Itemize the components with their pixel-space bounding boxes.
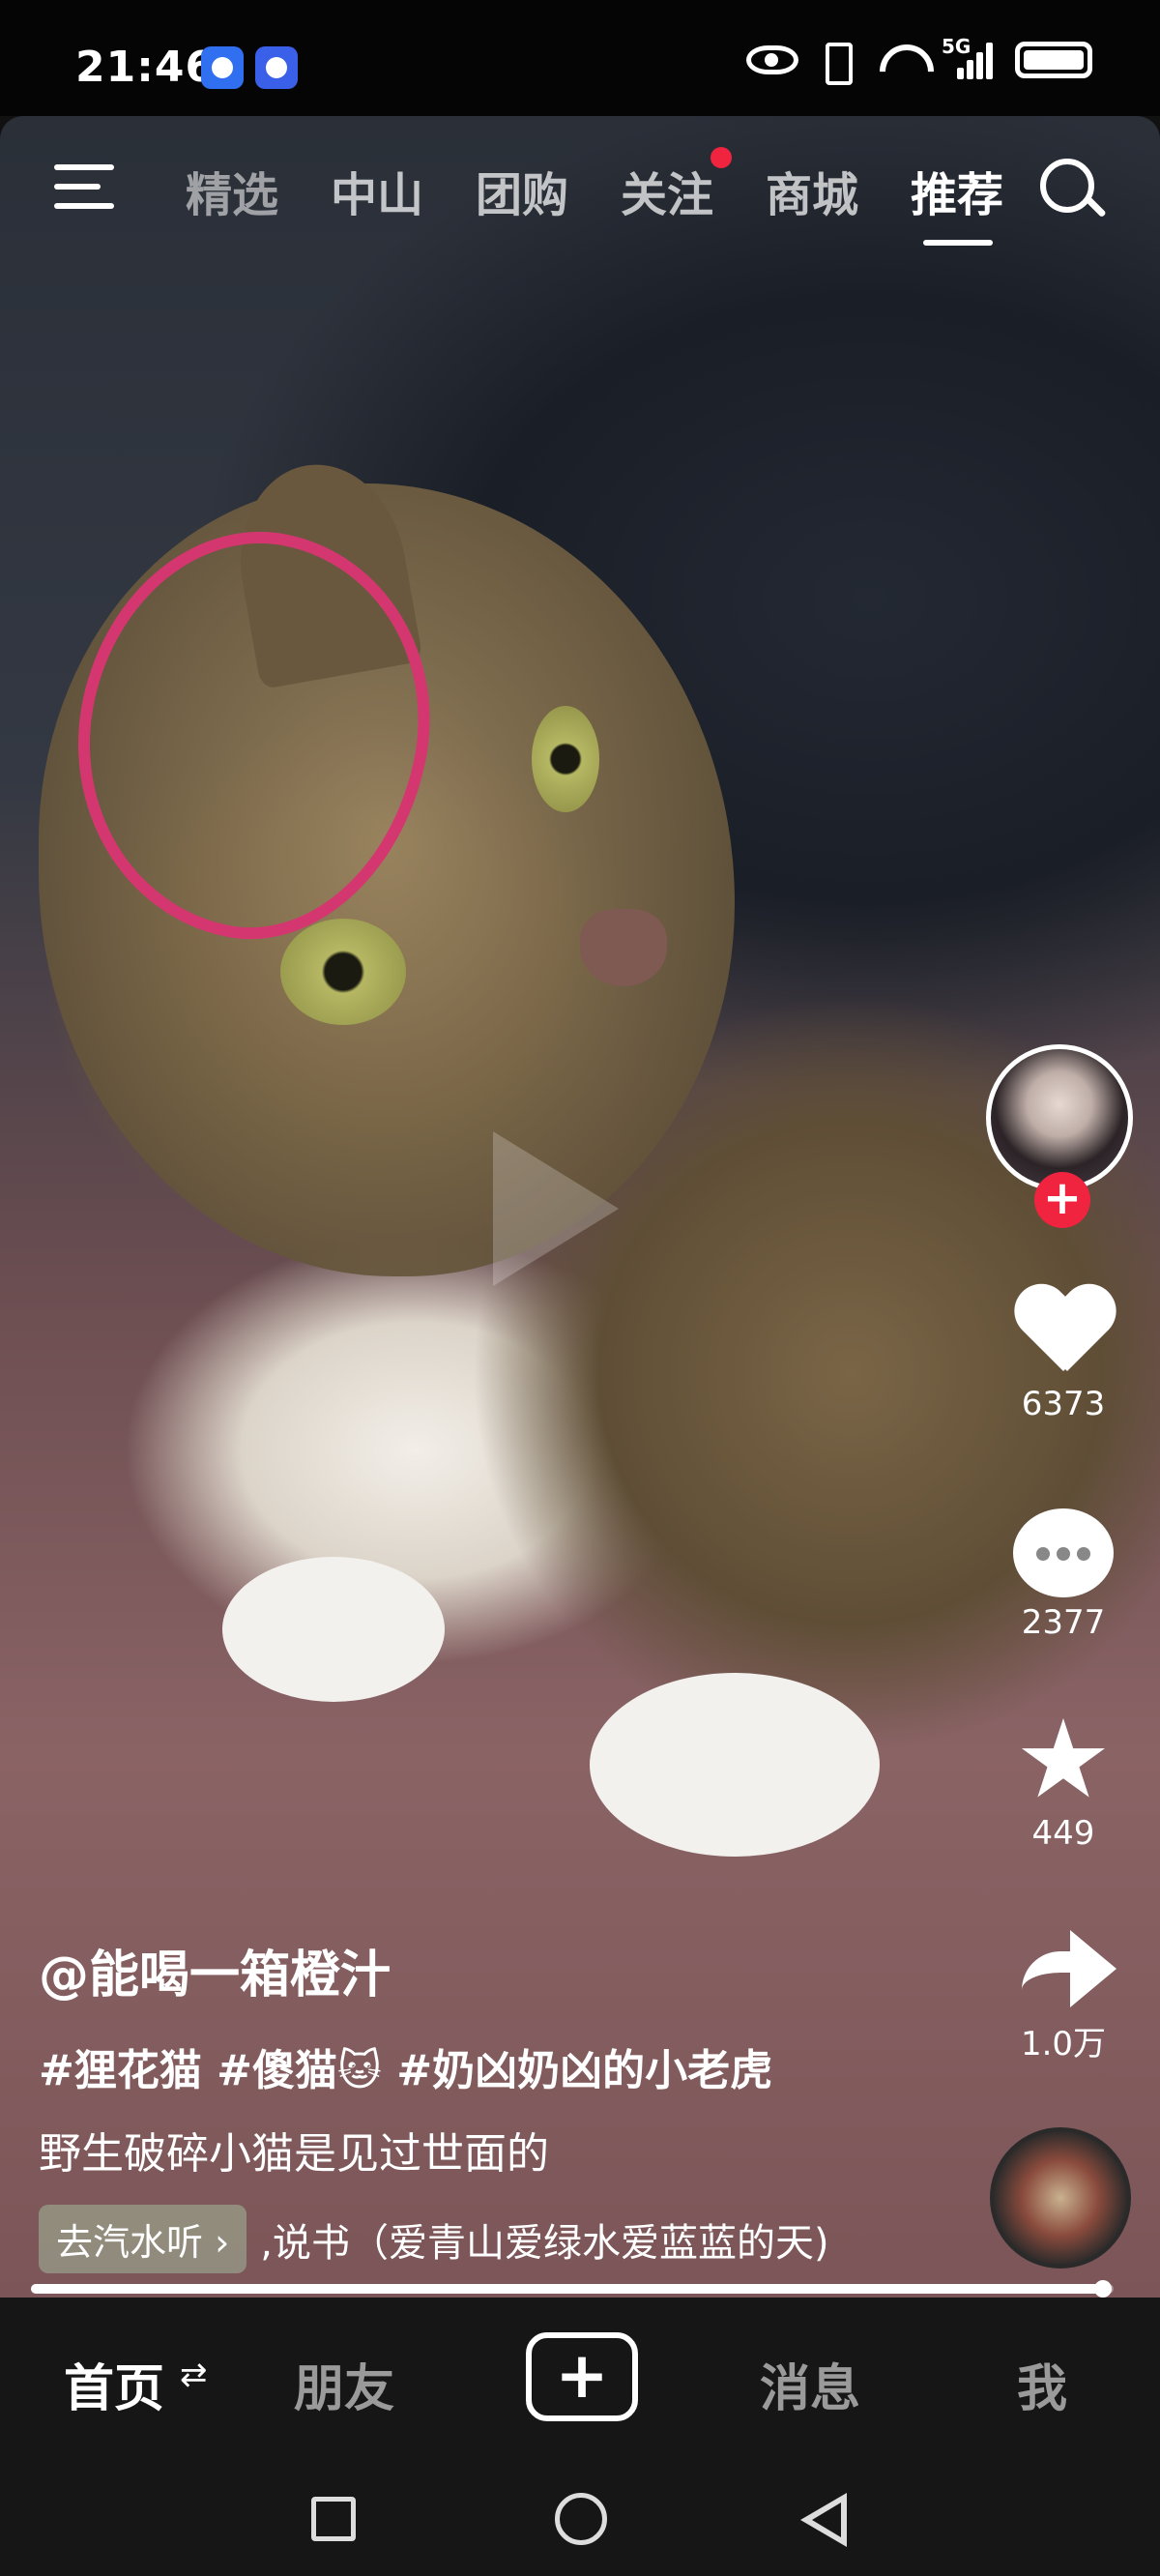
tab-following-label: 关注 <box>620 168 713 222</box>
tab-group-buy[interactable]: 团购 <box>450 157 594 224</box>
share-icon <box>1010 1924 1116 2011</box>
tab-home[interactable]: 首页 <box>64 2348 164 2420</box>
tab-recommended[interactable]: 推荐 <box>884 157 1030 246</box>
baidu-app-icon <box>255 46 298 89</box>
tab-mall[interactable]: 商城 <box>740 157 884 224</box>
tab-following[interactable]: 关注 <box>594 147 740 224</box>
hashtags[interactable]: #狸花猫 #傻猫🐱 #奶凶奶凶的小老虎 <box>39 2035 967 2097</box>
author-name[interactable]: @能喝一箱橙汁 <box>39 1934 967 2006</box>
system-icons: 5G <box>746 35 1092 85</box>
browser-app-icon <box>201 46 244 89</box>
nav-tabs: 精选 中山 团购 关注 商城 推荐 <box>160 147 1030 246</box>
cat-eye <box>532 706 599 812</box>
create-button[interactable]: + <box>526 2332 638 2421</box>
network-type-label: 5G <box>942 35 972 58</box>
status-time: 21:46 <box>75 43 217 92</box>
avatar[interactable] <box>986 1044 1133 1191</box>
star-icon: ★ <box>1014 1697 1113 1823</box>
comment-icon <box>1013 1508 1114 1597</box>
wifi-icon <box>876 41 926 79</box>
cat-paw <box>222 1557 445 1702</box>
recents-button[interactable] <box>311 2497 356 2541</box>
like-count: 6373 <box>1021 1385 1106 1423</box>
progress-handle[interactable] <box>1093 2280 1112 2298</box>
system-nav-bar <box>0 2460 1160 2576</box>
share-button[interactable]: 1.0万 <box>976 1924 1150 2064</box>
back-button[interactable] <box>800 2493 847 2547</box>
bottom-tab-bar: 首页 ⇄ 朋友 + 消息 我 <box>0 2298 1160 2460</box>
tab-featured[interactable]: 精选 <box>160 157 304 224</box>
tab-local[interactable]: 中山 <box>304 157 450 224</box>
comment-count: 2377 <box>1021 1603 1106 1642</box>
follow-button[interactable]: + <box>1034 1172 1090 1228</box>
video-description: 野生破碎小猫是见过世面的 <box>39 2129 549 2179</box>
cat-paw <box>590 1673 880 1857</box>
heart-icon <box>1013 1286 1114 1379</box>
comment-button[interactable]: 2377 <box>976 1508 1150 1642</box>
tab-messages[interactable]: 消息 <box>760 2348 860 2420</box>
favorite-count: 449 <box>1031 1814 1095 1853</box>
music-disc[interactable] <box>990 2127 1131 2269</box>
menu-icon[interactable] <box>54 162 118 211</box>
music-title[interactable]: ,说书（爱青山爱绿水爱蓝蓝的天) <box>260 2211 879 2268</box>
battery-icon <box>1015 42 1092 78</box>
cat-nose <box>580 909 667 986</box>
home-button[interactable] <box>555 2493 607 2545</box>
favorite-button[interactable]: ★ 449 <box>976 1697 1150 1853</box>
tab-friends[interactable]: 朋友 <box>294 2348 394 2420</box>
share-count: 1.0万 <box>1020 2025 1107 2064</box>
signal-icon: 5G <box>942 35 998 79</box>
search-icon[interactable] <box>1036 155 1104 222</box>
video-progress-bar[interactable] <box>31 2280 1114 2298</box>
top-nav: 精选 中山 团购 关注 商城 推荐 <box>0 135 1160 246</box>
like-button[interactable]: 6373 <box>976 1286 1150 1423</box>
video-caption: @能喝一箱橙汁 #狸花猫 #傻猫🐱 #奶凶奶凶的小老虎 野生破碎小猫是见过世面的 <box>39 1934 967 2181</box>
music-row: 去汽水听 › ,说书（爱青山爱绿水爱蓝蓝的天) <box>39 2205 879 2273</box>
vibrate-icon <box>816 41 858 85</box>
tab-me[interactable]: 我 <box>1017 2348 1067 2420</box>
cat-eye <box>280 919 406 1025</box>
status-bar: 21:46 5G <box>0 0 1160 116</box>
notification-dot <box>710 147 732 168</box>
swap-icon[interactable]: ⇄ <box>180 2356 208 2394</box>
play-icon <box>493 1131 619 1286</box>
listen-in-qishui-button[interactable]: 去汽水听 › <box>39 2205 247 2273</box>
eye-icon <box>746 45 798 74</box>
progress-fill <box>31 2284 1103 2294</box>
